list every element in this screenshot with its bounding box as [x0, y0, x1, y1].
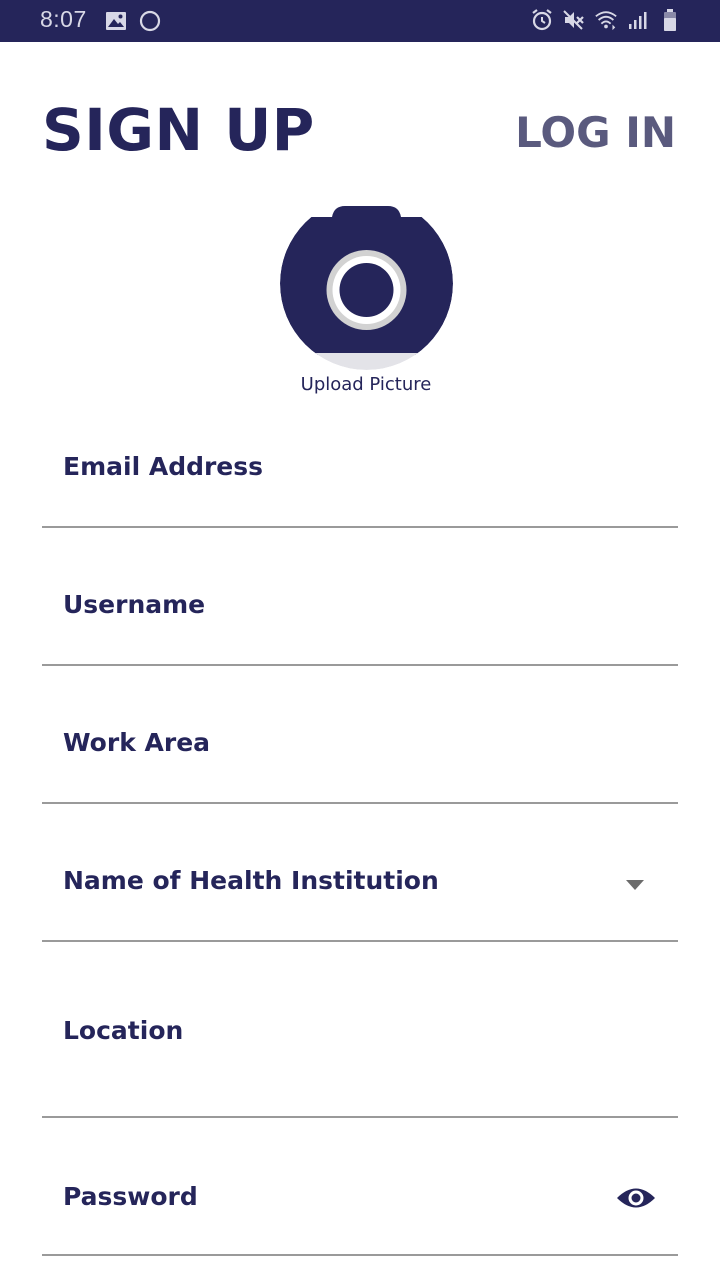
- status-right-icons: [530, 8, 682, 32]
- dropdown-arrow-icon[interactable]: [626, 880, 644, 890]
- upload-picture-button[interactable]: [280, 197, 453, 370]
- camera-icon: [280, 197, 453, 370]
- email-input[interactable]: [63, 486, 618, 518]
- mute-icon: [562, 8, 586, 32]
- work-area-label: Work Area: [63, 728, 211, 757]
- eye-icon[interactable]: [616, 1185, 656, 1211]
- status-bar: 8:07: [0, 0, 720, 42]
- password-field[interactable]: Password: [42, 1150, 678, 1256]
- upload-picture-caption: Upload Picture: [300, 374, 432, 395]
- password-input[interactable]: [63, 1214, 598, 1246]
- signup-tab[interactable]: SIGN UP: [42, 96, 315, 164]
- password-label: Password: [63, 1182, 198, 1211]
- username-input[interactable]: [63, 624, 618, 656]
- wifi-icon: [594, 8, 618, 32]
- health-institution-dropdown[interactable]: Name of Health Institution: [42, 844, 678, 942]
- email-field[interactable]: Email Address: [42, 430, 678, 528]
- alarm-icon: [530, 8, 554, 32]
- health-institution-label: Name of Health Institution: [63, 866, 439, 895]
- circle-icon: [138, 9, 162, 33]
- location-field[interactable]: Location: [42, 982, 678, 1118]
- image-icon: [104, 9, 128, 33]
- login-tab[interactable]: LOG IN: [515, 108, 676, 157]
- battery-icon: [658, 8, 682, 32]
- username-field[interactable]: Username: [42, 568, 678, 666]
- work-area-input[interactable]: [63, 762, 618, 794]
- signal-icon: [626, 8, 650, 32]
- status-time: 8:07: [40, 6, 87, 32]
- location-input[interactable]: [63, 1076, 618, 1108]
- location-label: Location: [63, 1016, 184, 1045]
- work-area-field[interactable]: Work Area: [42, 706, 678, 804]
- username-label: Username: [63, 590, 206, 619]
- email-label: Email Address: [63, 452, 264, 481]
- status-left-icons: [104, 9, 162, 33]
